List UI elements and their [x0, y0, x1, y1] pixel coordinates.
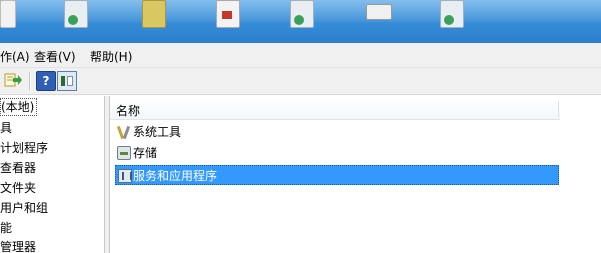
tree-item-performance[interactable]: 能 — [0, 218, 12, 238]
storage-icon — [117, 146, 131, 160]
taskbar-app-icon[interactable] — [0, 0, 16, 28]
list-item-storage[interactable]: 存储 — [115, 143, 559, 163]
menu-help[interactable]: 帮助(H) — [90, 48, 132, 65]
list-item-services-applications[interactable]: 服务和应用程序 — [115, 165, 559, 185]
tree-pane: (本地) 具 计划程序 查看器 文件夹 用户和组 能 管理器 — [0, 96, 105, 253]
taskbar-app-icon[interactable] — [290, 0, 314, 28]
taskbar-keyboard-icon[interactable] — [366, 4, 392, 20]
export-list-icon[interactable] — [4, 71, 22, 89]
list-item-system-tools[interactable]: 系统工具 — [115, 122, 559, 142]
tree-item-local-users-groups[interactable]: 用户和组 — [0, 198, 48, 218]
taskbar-app-icon[interactable] — [440, 0, 464, 28]
tree-item-task-scheduler[interactable]: 计划程序 — [0, 138, 48, 158]
list-item-label: 服务和应用程序 — [133, 169, 218, 183]
column-header-name[interactable]: 名称 — [116, 102, 140, 119]
toolbar-separator — [29, 72, 31, 90]
tools-icon — [117, 125, 131, 139]
tree-item-event-viewer[interactable]: 查看器 — [0, 158, 36, 178]
tree-item-device-manager[interactable]: 管理器 — [0, 237, 36, 253]
show-hide-pane-icon[interactable] — [57, 71, 77, 91]
menu-bar: 作(A) 查看(V) 帮助(H) — [0, 43, 601, 68]
tree-item-shared-folders[interactable]: 文件夹 — [0, 178, 36, 198]
tree-item-system-tools[interactable]: 具 — [0, 118, 12, 138]
list-item-label: 系统工具 — [133, 125, 182, 139]
column-header[interactable]: 名称 — [110, 99, 560, 120]
help-icon[interactable]: ? — [36, 71, 56, 91]
tree-root-computer-management[interactable]: (本地) — [0, 98, 38, 116]
menu-view[interactable]: 查看(V) — [34, 48, 76, 65]
taskbar-app-icon[interactable] — [64, 0, 88, 28]
taskbar-folder-icon[interactable] — [142, 0, 166, 28]
taskbar-app-icon[interactable] — [216, 0, 240, 28]
toolbar: ? — [0, 68, 601, 95]
services-apps-icon — [118, 169, 132, 183]
taskbar — [0, 0, 601, 43]
column-divider[interactable] — [558, 101, 559, 117]
list-item-label: 存储 — [133, 146, 158, 160]
list-pane: 名称 系统工具 存储 服务和应用程序 — [109, 96, 601, 253]
menu-action[interactable]: 作(A) — [0, 48, 30, 65]
